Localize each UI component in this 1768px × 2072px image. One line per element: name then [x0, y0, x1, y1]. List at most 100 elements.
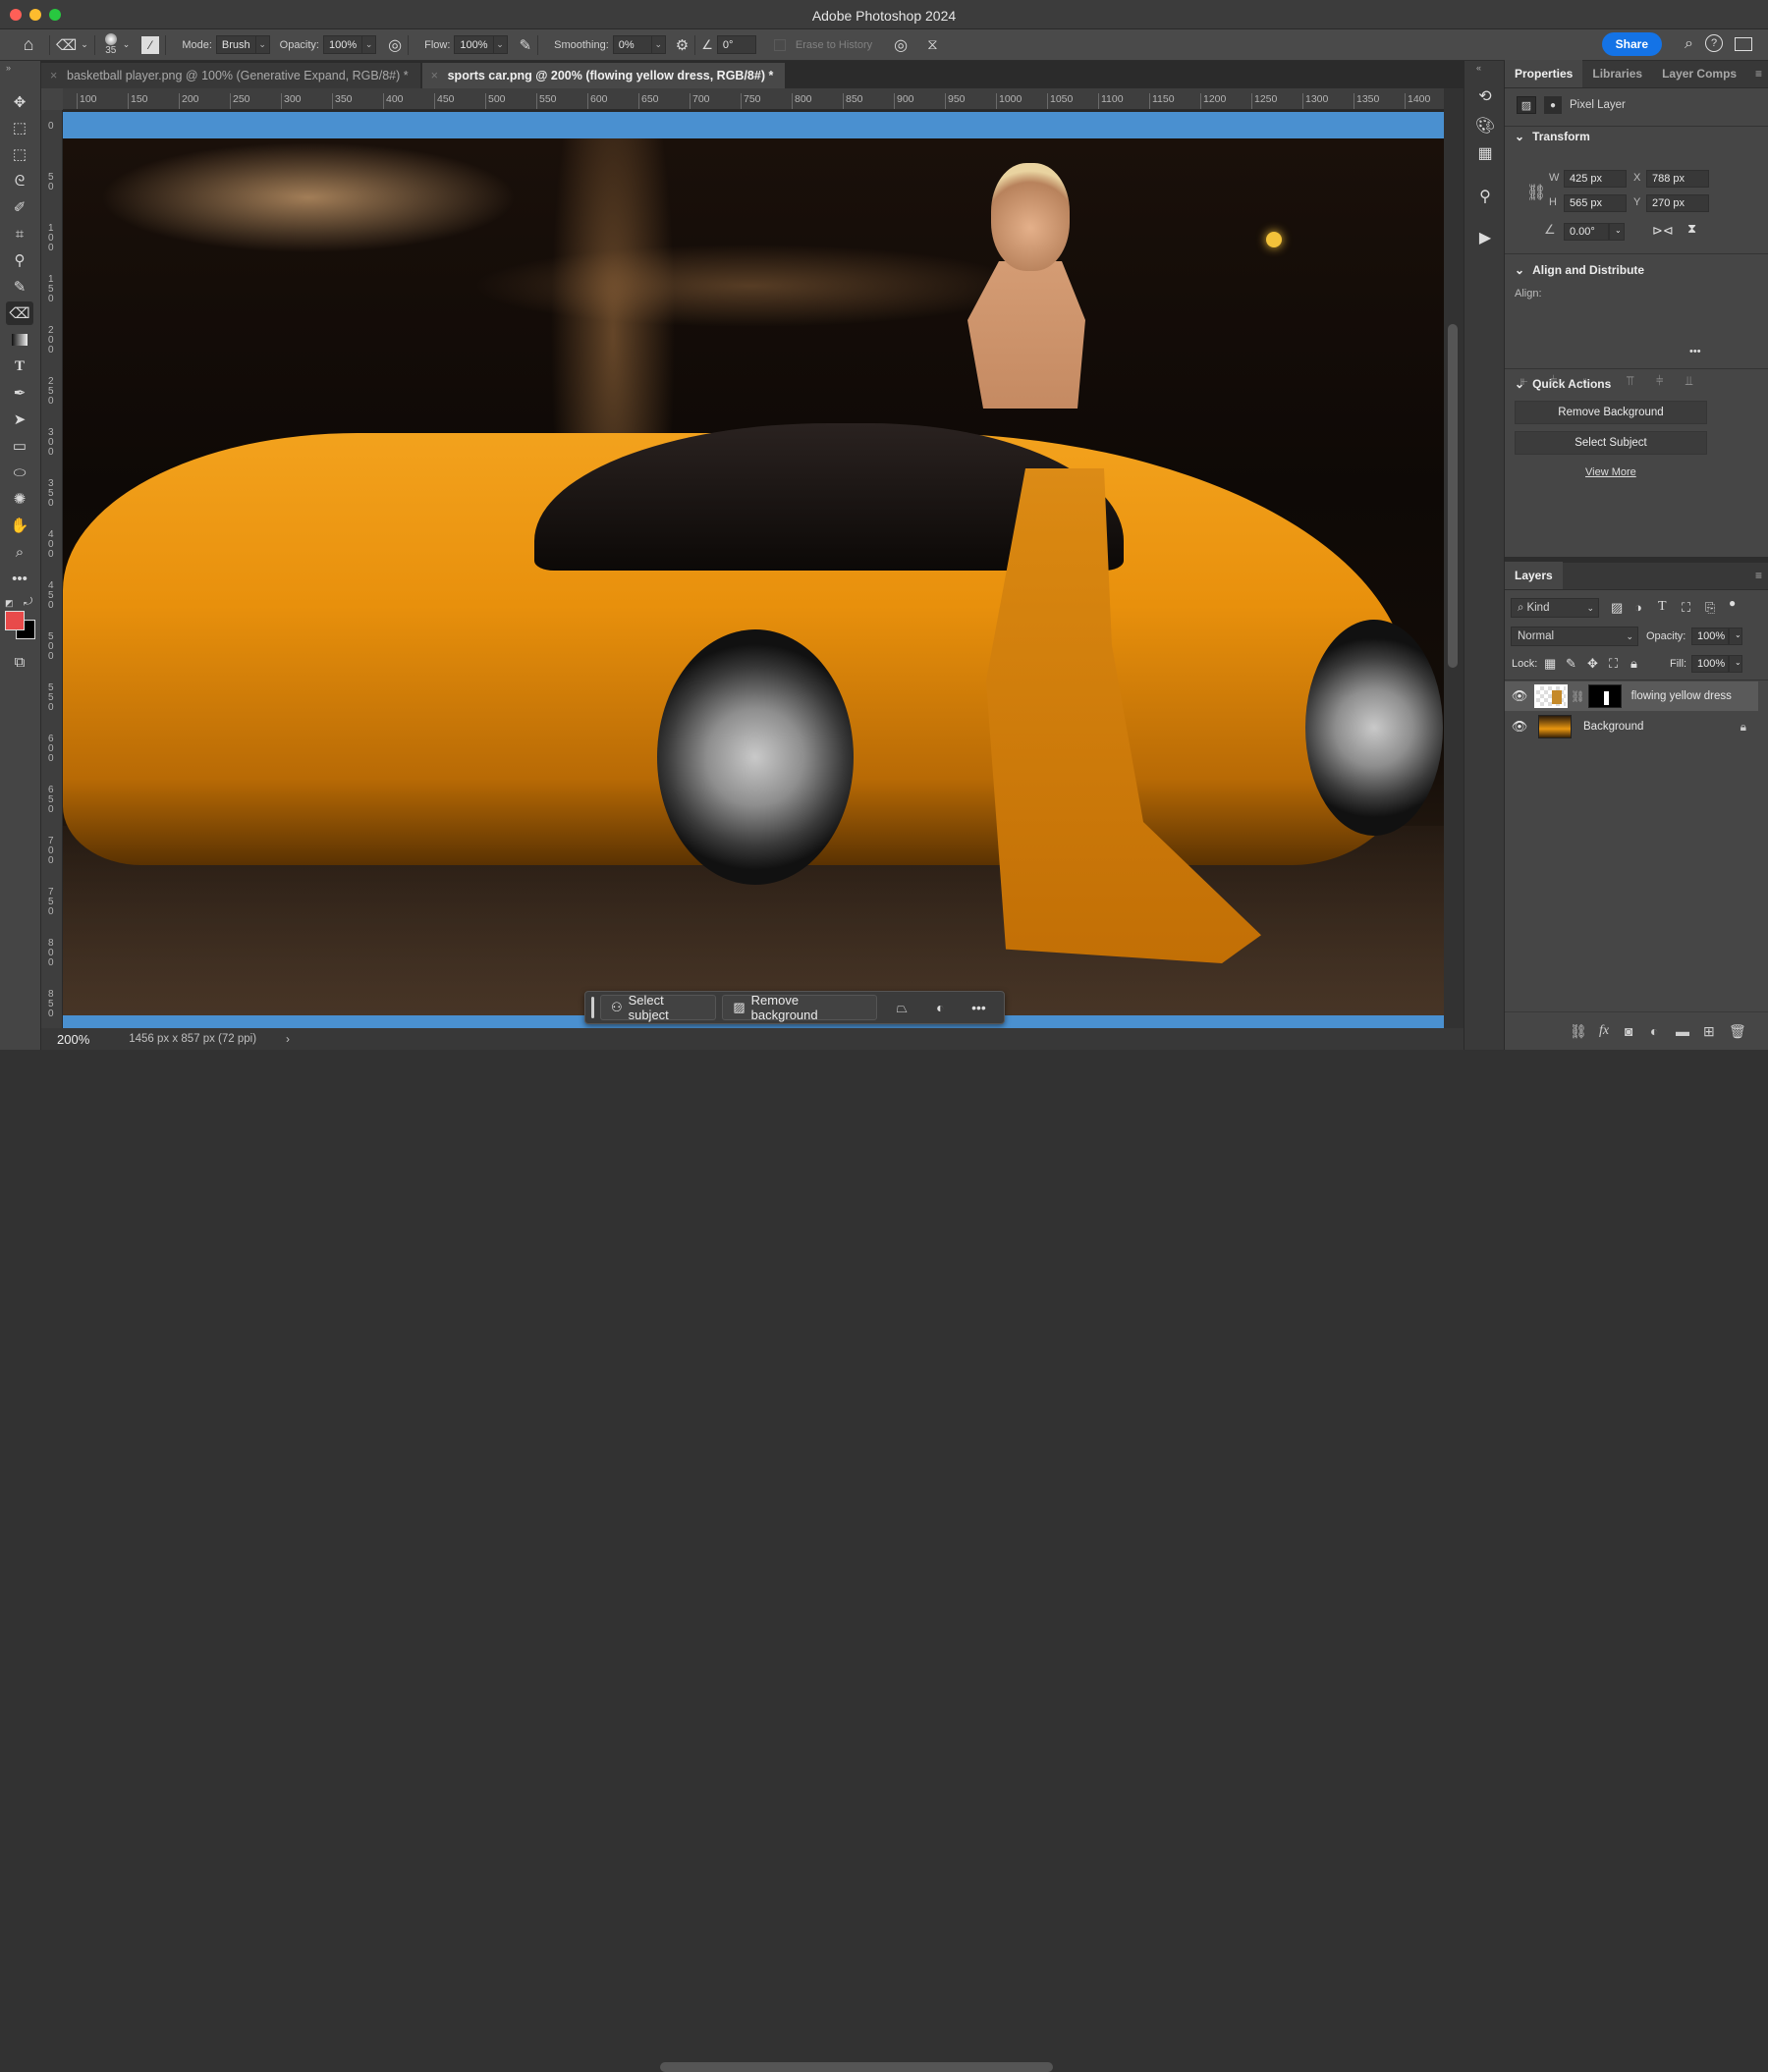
- lock-position-icon[interactable]: ✥: [1587, 656, 1598, 672]
- artboard-tool-icon[interactable]: ⬚: [6, 116, 33, 139]
- align-vertical-center-icon[interactable]: ⫩: [1656, 373, 1663, 389]
- add-mask-icon[interactable]: ◙: [1625, 1023, 1632, 1039]
- brush-settings-icon[interactable]: ⁄: [141, 35, 160, 54]
- layer-row[interactable]: 👁︎ ⛓ flowing yellow dress: [1505, 682, 1758, 711]
- chevron-down-icon[interactable]: ⌄: [362, 35, 377, 54]
- help-icon[interactable]: ?: [1705, 34, 1723, 52]
- lock-all-icon[interactable]: 🔒︎: [1630, 656, 1637, 672]
- lasso-tool-icon[interactable]: ᘓ: [6, 169, 33, 192]
- y-field[interactable]: 270 px: [1646, 194, 1709, 212]
- smoothing-field[interactable]: 0%: [612, 35, 652, 54]
- x-field[interactable]: 788 px: [1646, 170, 1709, 188]
- canvas-area[interactable]: [63, 110, 1444, 1028]
- tab-layers[interactable]: Layers: [1505, 562, 1563, 589]
- lock-artboard-icon[interactable]: ⛶: [1609, 656, 1618, 672]
- collapse-panels-icon[interactable]: «: [1476, 63, 1481, 73]
- home-icon[interactable]: ⌂: [14, 34, 43, 55]
- swap-colors-icon[interactable]: ⤾: [24, 596, 32, 609]
- tab-properties[interactable]: Properties: [1505, 60, 1583, 87]
- expand-toolbar-icon[interactable]: »: [6, 63, 11, 73]
- fill-field[interactable]: 100%: [1691, 655, 1729, 673]
- eraser-tool-icon[interactable]: ⌫: [6, 301, 33, 325]
- marquee-tool-icon[interactable]: ⬚: [6, 142, 33, 166]
- status-menu-arrow[interactable]: ›: [286, 1032, 290, 1046]
- search-icon[interactable]: ⌕: [1685, 35, 1693, 53]
- angle-field[interactable]: 0°: [716, 35, 756, 54]
- layers-panel-menu-icon[interactable]: ≡: [1749, 562, 1768, 589]
- tab-sports-car[interactable]: × sports car.png @ 200% (flowing yellow d…: [421, 63, 786, 88]
- lock-image-pixels-icon[interactable]: ✎: [1566, 656, 1576, 672]
- opacity-field[interactable]: 100%: [323, 35, 363, 54]
- history-icon[interactable]: ⟲: [1470, 82, 1500, 110]
- chevron-down-icon[interactable]: ⌄: [123, 39, 131, 50]
- rectangle-tool-icon[interactable]: ▭: [6, 434, 33, 458]
- new-layer-icon[interactable]: ⊞: [1703, 1023, 1715, 1040]
- lock-transparent-pixels-icon[interactable]: ▦: [1544, 656, 1556, 672]
- tab-libraries[interactable]: Libraries: [1582, 60, 1652, 87]
- actions-play-icon[interactable]: ▶: [1470, 224, 1500, 251]
- flow-field[interactable]: 100%: [454, 35, 494, 54]
- mode-select[interactable]: Brush: [215, 35, 256, 54]
- more-options-icon[interactable]: •••: [960, 1000, 998, 1015]
- select-subject-quick-action-button[interactable]: Select Subject: [1515, 431, 1707, 455]
- chevron-down-icon[interactable]: ⌄: [1729, 655, 1742, 673]
- more-tools-icon[interactable]: •••: [6, 567, 33, 590]
- chevron-down-icon[interactable]: ⌄: [1729, 627, 1742, 645]
- workspace-icon[interactable]: [1735, 37, 1752, 51]
- brush-size-picker[interactable]: 35: [104, 33, 117, 56]
- remove-background-quick-action-button[interactable]: Remove Background: [1515, 401, 1707, 424]
- lock-icon[interactable]: 🔒︎: [1740, 720, 1746, 735]
- visibility-eye-icon[interactable]: 👁︎: [1505, 688, 1534, 704]
- layer-opacity-field[interactable]: 100%: [1691, 627, 1729, 645]
- flip-horizontal-icon[interactable]: ⊳⊲: [1652, 223, 1674, 239]
- airbrush-icon[interactable]: ✎: [520, 36, 532, 54]
- mask-icon[interactable]: ●: [1544, 96, 1562, 114]
- close-tab-icon[interactable]: ×: [431, 69, 438, 82]
- transform-section-header[interactable]: ⌄ Transform: [1505, 130, 1590, 143]
- align-bottom-icon[interactable]: ⫫: [1685, 373, 1692, 389]
- filter-adjustment-icon[interactable]: ◑: [1634, 600, 1642, 615]
- eyedropper-tool-icon[interactable]: ⚲: [6, 248, 33, 272]
- filter-toggle-icon[interactable]: ●: [1729, 596, 1736, 610]
- chevron-down-icon[interactable]: ⌄: [651, 35, 666, 54]
- link-proportions-icon[interactable]: ⛓: [1526, 183, 1546, 202]
- swatches-palette-icon[interactable]: 🎨︎: [1470, 112, 1500, 139]
- erase-to-history-checkbox[interactable]: [773, 38, 786, 51]
- width-field[interactable]: 425 px: [1564, 170, 1627, 188]
- layer-filter-kind-select[interactable]: ⌕ Kind ⌄: [1511, 598, 1599, 618]
- flip-vertical-icon[interactable]: ⧗: [1687, 221, 1696, 237]
- gear-icon[interactable]: ⚙: [676, 36, 689, 54]
- filter-shape-icon[interactable]: ⛶: [1682, 600, 1690, 616]
- zoom-level[interactable]: 200%: [57, 1032, 89, 1047]
- vertical-ruler[interactable]: 0 50 100 150 200 250 300 350 400 450 500 550 600 650 7…: [41, 110, 63, 1028]
- patterns-grid-icon[interactable]: ▦: [1470, 139, 1500, 167]
- hand-tool-icon[interactable]: ✋: [6, 514, 33, 537]
- delete-layer-trash-icon[interactable]: 🗑︎: [1729, 1023, 1746, 1040]
- custom-shape-tool-icon[interactable]: ✺: [6, 487, 33, 511]
- ellipse-tool-icon[interactable]: ⬭: [6, 461, 33, 484]
- document-image[interactable]: [63, 138, 1444, 1015]
- clone-source-icon[interactable]: ⚲: [1470, 183, 1500, 210]
- filter-smart-object-icon[interactable]: ⎘: [1705, 600, 1715, 616]
- symmetry-icon[interactable]: ⧖: [927, 36, 938, 53]
- align-section-header[interactable]: ⌄ Align and Distribute: [1505, 263, 1644, 277]
- view-more-link[interactable]: View More: [1585, 466, 1636, 478]
- filter-type-icon[interactable]: T: [1658, 599, 1667, 615]
- visibility-eye-icon[interactable]: 👁︎: [1505, 719, 1534, 735]
- vertical-scrollbar[interactable]: [1448, 324, 1458, 668]
- crop-tool-icon[interactable]: ⌗: [6, 222, 33, 245]
- link-icon[interactable]: ⛓: [1571, 689, 1585, 703]
- layer-effects-fx-icon[interactable]: fx: [1599, 1023, 1609, 1039]
- share-button[interactable]: Share: [1601, 32, 1662, 56]
- rotation-angle-field[interactable]: 0.00°: [1564, 223, 1609, 241]
- select-subject-button[interactable]: ⚇ Select subject: [599, 993, 717, 1022]
- eraser-tool-preset-icon[interactable]: ⌫: [56, 36, 77, 54]
- filter-pixel-icon[interactable]: ▨: [1611, 600, 1623, 616]
- transform-icon[interactable]: ⏢: [883, 1000, 921, 1016]
- brush-tool-icon[interactable]: ✎: [6, 275, 33, 299]
- panel-menu-icon[interactable]: ≡: [1749, 60, 1768, 87]
- default-colors-icon[interactable]: ◩: [5, 598, 14, 609]
- screen-mode-icon[interactable]: ⧉: [6, 650, 33, 674]
- close-tab-icon[interactable]: ×: [50, 69, 57, 82]
- pressure-opacity-icon[interactable]: ◎: [388, 35, 402, 55]
